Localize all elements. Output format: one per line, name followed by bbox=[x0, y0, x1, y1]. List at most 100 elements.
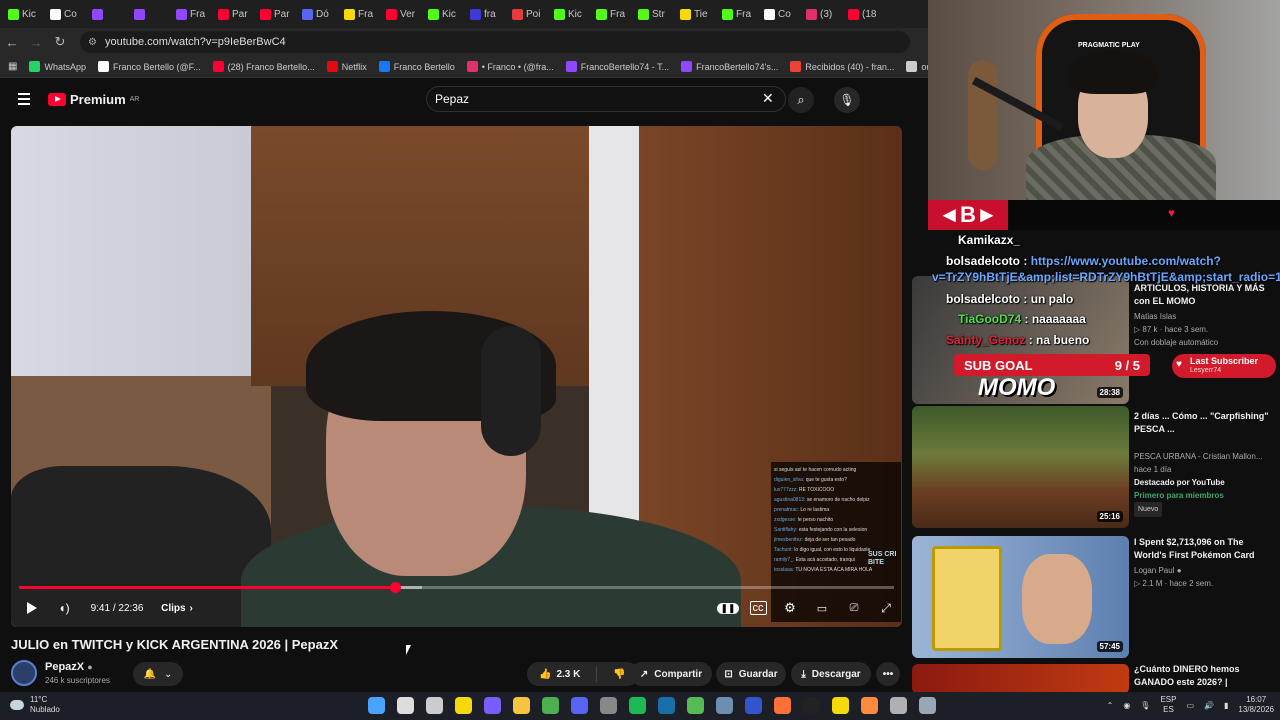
notification-bell-button[interactable]: 🔔 ⌄ bbox=[133, 662, 183, 686]
search-button[interactable]: ⌕ bbox=[788, 87, 814, 113]
progress-bar[interactable] bbox=[19, 582, 894, 593]
video-player[interactable]: si seguis así te hacen cornudo acting dig… bbox=[11, 126, 902, 627]
store-icon[interactable] bbox=[455, 697, 472, 714]
browser-tab[interactable]: Kic bbox=[424, 3, 466, 25]
related-channel[interactable]: Logan Paul ● bbox=[1134, 564, 1274, 577]
forward-icon[interactable]: → bbox=[24, 35, 48, 50]
browser-tab[interactable] bbox=[130, 3, 172, 25]
battery-icon[interactable]: ▮ bbox=[1224, 701, 1228, 710]
browser-tab[interactable]: Par bbox=[214, 3, 256, 25]
app-icon[interactable] bbox=[803, 697, 820, 714]
youtube-premium-logo[interactable]: Premium AR bbox=[48, 92, 139, 107]
save-button[interactable]: ⊡ Guardar bbox=[716, 662, 786, 686]
url-field[interactable]: ⚙ youtube.com/watch?v=p9IeBerBwC4 bbox=[80, 31, 910, 53]
related-title[interactable]: ¿Cuánto DINERO hemos GANADO este 2026? | bbox=[1134, 663, 1274, 689]
related-channel[interactable]: PESCA URBANA - Cristian Mallon... bbox=[1134, 450, 1274, 463]
task-view-icon[interactable] bbox=[426, 697, 443, 714]
more-actions-button[interactable]: ••• bbox=[876, 662, 900, 686]
browser-tab[interactable]: Co bbox=[760, 3, 802, 25]
browser-tab[interactable]: Kic bbox=[550, 3, 592, 25]
site-info-icon[interactable]: ⚙ bbox=[88, 37, 97, 48]
browser-tab[interactable]: Par bbox=[256, 3, 298, 25]
bookmark-item[interactable]: FrancoBertello74's... bbox=[681, 61, 778, 72]
settings-button[interactable]: ⚙ bbox=[774, 596, 806, 620]
dislike-button[interactable]: 👎 bbox=[613, 669, 625, 680]
weather-widget[interactable]: 11°C Nublado bbox=[10, 695, 60, 715]
steam-icon[interactable] bbox=[658, 697, 675, 714]
browser-tab[interactable]: Tie bbox=[676, 3, 718, 25]
fullscreen-button[interactable]: ⤢ bbox=[870, 596, 902, 620]
app-icon[interactable] bbox=[687, 697, 704, 714]
language-indicator[interactable]: ESP ES bbox=[1160, 695, 1176, 715]
app-icon[interactable] bbox=[484, 697, 501, 714]
discord-icon[interactable] bbox=[571, 697, 588, 714]
bookmark-item[interactable]: Netflix bbox=[326, 61, 367, 72]
chrome-icon[interactable] bbox=[542, 697, 559, 714]
bookmark-item[interactable]: • Franco • (@fra... bbox=[466, 61, 554, 72]
download-button[interactable]: ⤓ Descargar bbox=[791, 662, 871, 686]
notes-icon[interactable] bbox=[832, 697, 849, 714]
play-button[interactable] bbox=[11, 596, 53, 620]
file-explorer-icon[interactable] bbox=[513, 697, 530, 714]
browser-tab[interactable]: Co bbox=[46, 3, 88, 25]
browser-tab[interactable]: (3) bbox=[802, 3, 844, 25]
channel-name[interactable]: PepazX ● bbox=[45, 661, 93, 673]
search-input[interactable]: Pepaz bbox=[426, 86, 786, 112]
volume-button[interactable]: ◖) bbox=[53, 596, 75, 620]
firefox-icon[interactable] bbox=[774, 697, 791, 714]
bookmark-item[interactable]: Franco Bertello bbox=[378, 61, 455, 72]
back-icon[interactable]: ← bbox=[0, 35, 24, 50]
browser-tab[interactable]: Poi bbox=[508, 3, 550, 25]
clips-button[interactable]: Clips › bbox=[157, 596, 197, 620]
app-icon[interactable] bbox=[745, 697, 762, 714]
browser-tab[interactable]: Fra bbox=[172, 3, 214, 25]
apps-grid-icon[interactable]: ▦ bbox=[8, 61, 17, 72]
bookmark-item[interactable]: (28) Franco Bertello... bbox=[212, 61, 315, 72]
speaker-icon[interactable]: 🔊 bbox=[1204, 701, 1214, 710]
browser-tab[interactable] bbox=[88, 3, 130, 25]
display-icon[interactable]: ▭ bbox=[1186, 701, 1194, 710]
reload-icon[interactable]: ↻ bbox=[48, 34, 72, 50]
clock[interactable]: 16:07 13/8/2026 bbox=[1238, 695, 1274, 715]
bookmark-item[interactable]: Franco Bertello (@F... bbox=[97, 61, 201, 72]
share-button[interactable]: ↗ Compartir bbox=[630, 662, 712, 686]
mic-tray-icon[interactable]: 🎙 bbox=[1140, 701, 1150, 710]
autoplay-toggle[interactable]: ❚❚ bbox=[714, 596, 742, 620]
related-thumbnail[interactable]: 57:45 bbox=[912, 536, 1129, 658]
app-icon[interactable] bbox=[861, 697, 878, 714]
search-icon[interactable] bbox=[397, 697, 414, 714]
channel-avatar[interactable] bbox=[11, 660, 37, 686]
voice-search-button[interactable]: 🎙 bbox=[834, 87, 860, 113]
browser-tab[interactable]: Str bbox=[634, 3, 676, 25]
browser-tab[interactable]: Fra bbox=[592, 3, 634, 25]
app-icon[interactable] bbox=[600, 697, 617, 714]
bookmark-item[interactable]: Recibidos (40) - fran... bbox=[790, 61, 894, 72]
bookmark-item[interactable]: FrancoBertello74 - T... bbox=[565, 61, 669, 72]
browser-tab[interactable]: Dó bbox=[298, 3, 340, 25]
subtitles-button[interactable]: cc bbox=[742, 596, 774, 620]
clear-search-icon[interactable]: ✕ bbox=[762, 90, 774, 107]
app-icon[interactable] bbox=[890, 697, 907, 714]
related-title[interactable]: I Spent $2,713,096 on The World's First … bbox=[1134, 536, 1274, 562]
browser-tab[interactable]: Fra bbox=[718, 3, 760, 25]
related-thumbnail[interactable] bbox=[912, 664, 1129, 692]
browser-tab[interactable]: Fra bbox=[340, 3, 382, 25]
browser-tab[interactable]: Kic bbox=[4, 3, 46, 25]
related-thumbnail[interactable]: 25:16 bbox=[912, 406, 1129, 528]
settings-icon[interactable] bbox=[919, 697, 936, 714]
browser-tab[interactable]: (18 bbox=[844, 3, 886, 25]
related-title[interactable]: 2 días ... Cómo ... "Carpfishing" PESCA … bbox=[1134, 410, 1274, 436]
bookmark-item[interactable]: WhatsApp bbox=[29, 61, 86, 72]
hamburger-menu-icon[interactable] bbox=[18, 93, 30, 105]
browser-tab[interactable]: Ver bbox=[382, 3, 424, 25]
spotify-icon[interactable] bbox=[629, 697, 646, 714]
chevron-up-icon[interactable]: ⌃ bbox=[1107, 701, 1114, 710]
bookmark-item[interactable]: outlook bbox=[906, 61, 928, 72]
cast-button[interactable]: ⎚ bbox=[838, 596, 870, 620]
like-button[interactable]: 👍 2.3 K bbox=[539, 669, 580, 680]
start-menu-icon[interactable] bbox=[368, 697, 385, 714]
network-icon[interactable]: ◉ bbox=[1123, 701, 1130, 710]
miniplayer-button[interactable]: ▭ bbox=[806, 596, 838, 620]
app-icon[interactable] bbox=[716, 697, 733, 714]
browser-tab[interactable]: fra bbox=[466, 3, 508, 25]
